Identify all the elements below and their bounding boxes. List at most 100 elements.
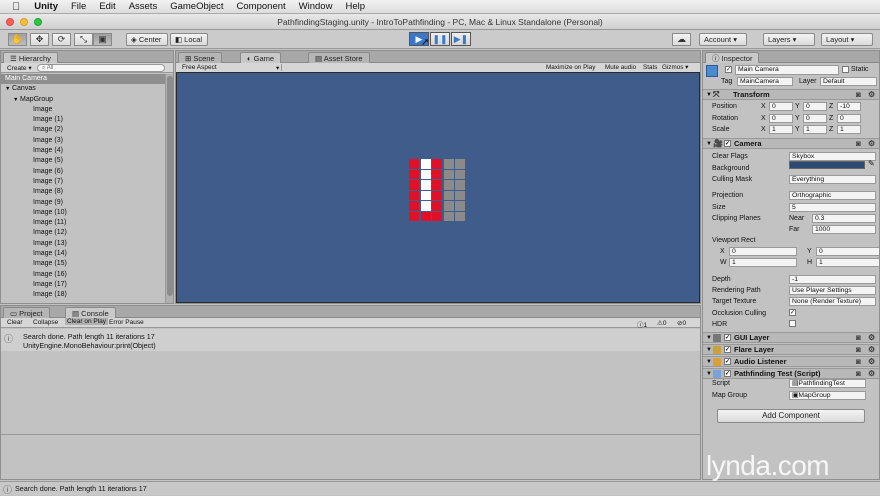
component-header-0[interactable]: ▼ ✓ GUI Layer ◙ ⚙: [703, 332, 879, 343]
close-window-button[interactable]: [6, 18, 14, 26]
stats-toggle[interactable]: Stats: [643, 64, 657, 71]
hierarchy-item[interactable]: ▼ MapGroup: [1, 95, 165, 105]
scale-y-field[interactable]: 1: [803, 125, 827, 134]
step-button[interactable]: ▶❚: [451, 32, 471, 46]
help-icon[interactable]: ◙: [856, 369, 861, 379]
collapse-button[interactable]: Collapse: [33, 319, 58, 326]
error-count-toggle[interactable]: ⊘0: [677, 319, 686, 327]
clear-on-play-button[interactable]: Clear on Play: [65, 318, 109, 325]
console-divider[interactable]: [1, 434, 700, 435]
menu-file[interactable]: File: [71, 1, 86, 12]
tab-scene[interactable]: ⊞ Scene: [178, 52, 222, 63]
aspect-dropdown[interactable]: Free Aspect ▾: [182, 64, 282, 72]
game-viewport[interactable]: [176, 72, 700, 303]
pivot-center-button[interactable]: ◈ Center: [126, 33, 168, 46]
layers-dropdown[interactable]: Layers ▾: [763, 33, 815, 46]
menu-assets[interactable]: Assets: [129, 1, 158, 12]
component-enabled-checkbox[interactable]: ✓: [724, 370, 731, 377]
rotation-y-field[interactable]: 0: [803, 113, 827, 123]
near-field[interactable]: 0.3: [812, 214, 876, 223]
mute-audio-toggle[interactable]: Mute audio: [605, 64, 636, 71]
menu-unity[interactable]: Unity: [34, 1, 58, 12]
tab-game[interactable]: ◐ Game: [240, 52, 282, 63]
rendering-path-dropdown[interactable]: Use Player Settings: [789, 286, 876, 295]
target-texture-field[interactable]: None (Render Texture): [789, 297, 876, 306]
gear-icon[interactable]: ⚙: [868, 345, 875, 355]
component-enabled-checkbox[interactable]: ✓: [724, 346, 731, 353]
minimize-window-button[interactable]: [20, 18, 28, 26]
menu-edit[interactable]: Edit: [99, 1, 115, 12]
hierarchy-item[interactable]: Image (10): [1, 208, 165, 218]
menu-window[interactable]: Window: [299, 1, 333, 12]
far-field[interactable]: 1000: [812, 225, 876, 234]
add-component-button[interactable]: Add Component: [717, 409, 865, 423]
rotation-z-field[interactable]: 0: [837, 113, 861, 123]
position-z-field[interactable]: -10: [837, 102, 861, 111]
create-dropdown[interactable]: Create ▾: [7, 64, 32, 72]
info-count-toggle[interactable]: ⓘ1: [637, 319, 647, 329]
hierarchy-item[interactable]: Image (16): [1, 270, 165, 280]
rotate-tool-icon[interactable]: ⟳: [52, 33, 71, 46]
hand-tool-icon[interactable]: ✋: [8, 33, 27, 46]
apple-icon[interactable]: : [12, 1, 20, 13]
hierarchy-item[interactable]: Image (3): [1, 136, 165, 146]
gear-icon[interactable]: ⚙: [868, 139, 875, 149]
tab-project[interactable]: ▭ Project: [3, 307, 50, 318]
hierarchy-item[interactable]: Image (17): [1, 280, 165, 290]
gear-icon[interactable]: ⚙: [868, 333, 875, 343]
scale-x-field[interactable]: 1: [769, 125, 793, 134]
viewport-w-field[interactable]: 1: [729, 258, 797, 267]
projection-dropdown[interactable]: Orthographic: [789, 191, 876, 200]
component-header-2[interactable]: ▼ ✓ Audio Listener ◙ ⚙: [703, 356, 879, 367]
gear-icon[interactable]: ⚙: [868, 369, 875, 379]
hierarchy-item[interactable]: Image (18): [1, 290, 165, 300]
hierarchy-item[interactable]: Image (6): [1, 167, 165, 177]
menu-component[interactable]: Component: [237, 1, 286, 12]
hierarchy-item[interactable]: Main Camera: [1, 74, 165, 85]
tag-dropdown[interactable]: MainCamera: [737, 77, 793, 86]
viewport-x-field[interactable]: 0: [729, 247, 797, 256]
component-header-1[interactable]: ▼ ✓ Flare Layer ◙ ⚙: [703, 344, 879, 355]
gear-icon[interactable]: ⚙: [868, 90, 875, 100]
hierarchy-item[interactable]: Image (2): [1, 125, 165, 135]
hierarchy-item[interactable]: Image (14): [1, 249, 165, 259]
layout-dropdown[interactable]: Layout ▾: [821, 33, 873, 46]
gizmos-dropdown[interactable]: Gizmos ▾: [662, 64, 688, 71]
help-icon[interactable]: ◙: [856, 357, 861, 367]
help-icon[interactable]: ◙: [856, 333, 861, 343]
hierarchy-item[interactable]: Image (4): [1, 146, 165, 156]
static-checkbox[interactable]: [842, 66, 849, 73]
rotation-x-field[interactable]: 0: [769, 113, 793, 123]
help-icon[interactable]: ◙: [856, 345, 861, 355]
occlusion-culling-checkbox[interactable]: ✓: [789, 309, 796, 316]
move-tool-icon[interactable]: ✥: [30, 33, 49, 46]
hdr-toggle-checkbox[interactable]: [789, 320, 796, 327]
tab-console[interactable]: ▤ Console: [65, 307, 116, 318]
active-checkbox[interactable]: ✓: [725, 66, 732, 73]
hierarchy-item[interactable]: ▼ Canvas: [1, 84, 165, 94]
error-pause-button[interactable]: Error Pause: [109, 319, 144, 326]
component-header-3[interactable]: ▼ ✓ Pathfinding Test (Script) ◙ ⚙: [703, 368, 879, 379]
tab-asset-store[interactable]: ▤ Asset Store: [308, 52, 370, 63]
position-x-field[interactable]: 0: [769, 102, 793, 111]
hierarchy-item[interactable]: Image (9): [1, 198, 165, 208]
hierarchy-item[interactable]: Image (1): [1, 115, 165, 125]
viewport-y-field[interactable]: 0: [816, 247, 879, 256]
console-log-entry[interactable]: ⓘ Search done. Path length 11 iterations…: [1, 329, 700, 351]
script-field[interactable]: ▤PathfindingTest: [789, 379, 866, 388]
culling-mask-dropdown[interactable]: Everything: [789, 175, 876, 184]
hierarchy-item[interactable]: Image (11): [1, 218, 165, 228]
help-icon[interactable]: ◙: [856, 90, 861, 100]
hierarchy-item[interactable]: Image (7): [1, 177, 165, 187]
hierarchy-item[interactable]: Image (8): [1, 187, 165, 197]
viewport-h-field[interactable]: 1: [816, 258, 879, 267]
hierarchy-item[interactable]: Image (5): [1, 156, 165, 166]
cloud-icon[interactable]: ☁: [672, 33, 691, 46]
layer-dropdown[interactable]: Default: [820, 77, 877, 86]
transform-header[interactable]: ▼ ⤧ Transform ◙ ⚙: [703, 89, 879, 100]
object-name-field[interactable]: Main Camera: [735, 65, 839, 75]
help-icon[interactable]: ◙: [856, 139, 861, 149]
map-group-field[interactable]: ▣MapGroup: [789, 391, 866, 400]
hierarchy-item[interactable]: Image (12): [1, 228, 165, 238]
clear-flags-dropdown[interactable]: Skybox: [789, 152, 876, 161]
